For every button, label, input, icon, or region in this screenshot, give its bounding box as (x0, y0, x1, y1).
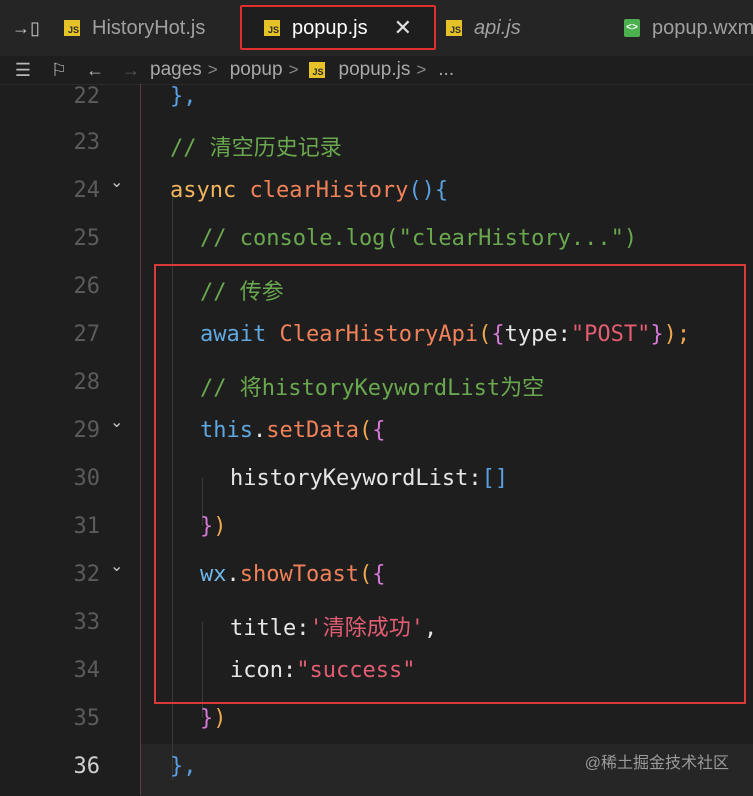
code-editor[interactable]: 22 23 24 25 26 27 28 29 30 31 32 33 34 3… (0, 84, 753, 796)
wxml-file-icon: <> (624, 19, 640, 37)
tab-bar: →▯ JS HistoryHot.js JS popup.js ✕ JS api… (0, 0, 753, 57)
js-file-icon: JS (64, 20, 80, 36)
tab-label: api.js (474, 16, 521, 39)
chevron-down-icon[interactable]: ⌄ (110, 172, 128, 191)
line-number: 22 (73, 84, 101, 109)
line-number: 34 (73, 658, 101, 683)
line-number: 27 (73, 322, 101, 347)
line-number-gutter: 22 23 24 25 26 27 28 29 30 31 32 33 34 3… (0, 84, 140, 795)
tab-popup-wxml[interactable]: <> popup.wxm (624, 6, 753, 50)
highlight-box-code (154, 264, 746, 704)
line-number: 24 (73, 178, 101, 203)
tab-api-js[interactable]: JS api.js (446, 6, 521, 50)
code-line: }) (200, 706, 227, 731)
code-line: async clearHistory(){ (170, 178, 449, 203)
js-file-icon: JS (308, 62, 325, 78)
breadcrumb-item[interactable]: ... (438, 59, 454, 81)
line-number: 29 (73, 418, 101, 443)
editor-toolbar: ☰ ⚐ ← → pages > popup > JS popup.js > ..… (0, 56, 753, 85)
line-number: 30 (73, 466, 101, 491)
code-line: }, (170, 754, 197, 779)
code-line: // console.log("clearHistory...") (200, 226, 638, 251)
code-line: }, (170, 84, 197, 109)
breadcrumb-item[interactable]: popup.js (339, 59, 411, 81)
gutter-divider (140, 84, 141, 795)
line-number: 25 (73, 226, 101, 251)
line-number: 33 (73, 610, 101, 635)
bookmark-icon[interactable]: ⚐ (46, 60, 72, 81)
line-number-current: 36 (73, 754, 101, 779)
tab-label: HistoryHot.js (92, 16, 206, 39)
line-number: 26 (73, 274, 101, 299)
tab-historyhot[interactable]: JS HistoryHot.js (64, 6, 205, 50)
line-number: 28 (73, 370, 101, 395)
back-arrow-icon[interactable]: ← (82, 60, 108, 81)
chevron-right-icon: > (288, 60, 299, 79)
line-number: 23 (73, 130, 101, 155)
highlight-box-tab (240, 5, 436, 50)
chevron-down-icon[interactable]: ⌄ (110, 556, 128, 575)
tab-overflow-icon[interactable]: →▯ (0, 0, 52, 56)
code-line: // 清空历史记录 (170, 136, 342, 161)
line-number: 31 (73, 514, 101, 539)
line-number: 32 (73, 562, 101, 587)
tab-label: popup.wxm (652, 16, 753, 39)
line-number: 35 (73, 706, 101, 731)
js-file-icon: JS (446, 20, 462, 36)
forward-arrow-icon[interactable]: → (118, 60, 144, 81)
watermark: @稀土掘金技术社区 (584, 755, 729, 772)
chevron-right-icon: > (416, 60, 427, 79)
breadcrumb-item[interactable]: pages (150, 59, 202, 81)
chevron-right-icon: > (207, 60, 218, 79)
breadcrumb-item[interactable]: popup (230, 59, 283, 81)
chevron-down-icon[interactable]: ⌄ (110, 412, 128, 431)
list-icon[interactable]: ☰ (10, 60, 36, 81)
